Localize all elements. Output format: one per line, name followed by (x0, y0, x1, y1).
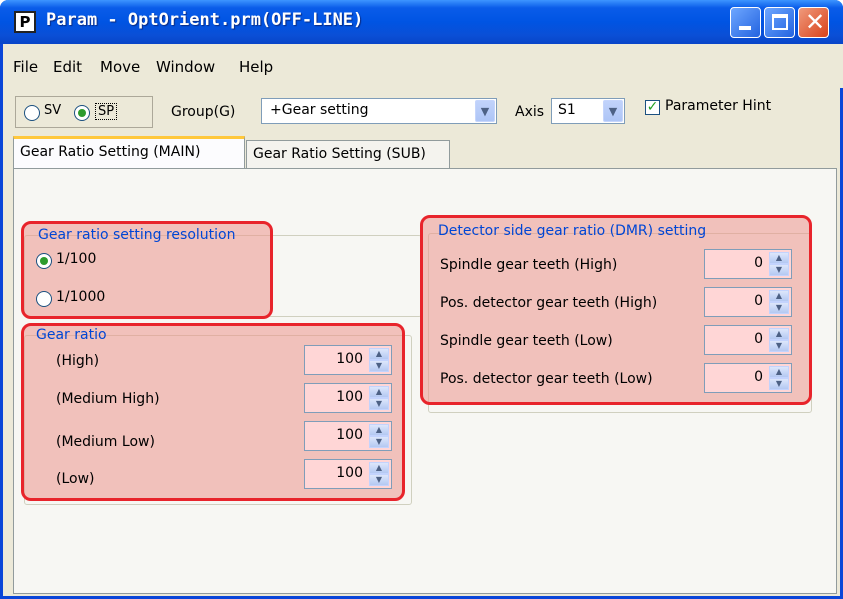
gear-ratio-low-spinner[interactable]: 100 ▲ ▼ (304, 459, 392, 489)
group-label: Group(G) (171, 104, 236, 120)
mode-radio-group: SV SP (15, 96, 153, 128)
dmr-label-pos-low: Pos. detector gear teeth (Low) (440, 371, 653, 387)
spin-up-icon[interactable]: ▲ (369, 462, 389, 474)
gear-ratio-label-high: (High) (56, 353, 100, 369)
app-icon: P (14, 11, 36, 33)
spin-up-icon[interactable]: ▲ (369, 348, 389, 360)
spin-up-icon[interactable]: ▲ (769, 366, 789, 378)
dmr-pos-high-value: 0 (754, 293, 763, 309)
axis-combo[interactable]: S1 ▼ (551, 98, 625, 124)
menu-move[interactable]: Move (100, 58, 140, 76)
gear-ratio-low-value: 100 (336, 465, 363, 481)
menu-bar: File Edit Move Window Help (3, 44, 843, 88)
dmr-title: Detector side gear ratio (DMR) setting (438, 223, 707, 239)
spin-down-icon[interactable]: ▼ (769, 264, 789, 276)
resolution-title: Gear ratio setting resolution (38, 227, 236, 243)
gear-ratio-title: Gear ratio (36, 327, 107, 343)
gear-ratio-medium-high-value: 100 (336, 389, 363, 405)
dmr-pos-high-spinner[interactable]: 0 ▲ ▼ (704, 287, 792, 317)
resolution-radio-1-1000[interactable] (36, 291, 52, 307)
window-title: Param - OptOrient.prm(OFF-LINE) (46, 10, 364, 30)
maximize-button[interactable] (764, 7, 795, 38)
resolution-option-1-1000: 1/1000 (56, 289, 106, 305)
sp-radio[interactable] (74, 105, 90, 121)
chevron-down-icon[interactable]: ▼ (603, 100, 623, 122)
resolution-radio-1-100[interactable] (36, 253, 52, 269)
group-combo-value: +Gear setting (270, 102, 369, 118)
tab-gear-ratio-main[interactable]: Gear Ratio Setting (MAIN) (13, 136, 245, 168)
spin-down-icon[interactable]: ▼ (369, 398, 389, 410)
spin-down-icon[interactable]: ▼ (769, 378, 789, 390)
param-window: P Param - OptOrient.prm(OFF-LINE) ✕ File… (0, 0, 843, 599)
maximize-icon (772, 14, 788, 30)
group-combo[interactable]: +Gear setting ▼ (261, 98, 497, 124)
spin-up-icon[interactable]: ▲ (769, 290, 789, 302)
minimize-button[interactable] (730, 7, 761, 38)
axis-combo-value: S1 (558, 102, 576, 118)
spin-up-icon[interactable]: ▲ (369, 424, 389, 436)
parameter-hint-label: Parameter Hint (665, 98, 772, 114)
spin-down-icon[interactable]: ▼ (369, 436, 389, 448)
gear-ratio-high-spinner[interactable]: 100 ▲ ▼ (304, 345, 392, 375)
close-icon: ✕ (805, 8, 826, 36)
spin-up-icon[interactable]: ▲ (769, 252, 789, 264)
dmr-pos-low-value: 0 (754, 369, 763, 385)
gear-ratio-label-low: (Low) (56, 471, 95, 487)
gear-ratio-label-medium-low: (Medium Low) (56, 434, 155, 450)
gear-ratio-medium-low-spinner[interactable]: 100 ▲ ▼ (304, 421, 392, 451)
dmr-label-spindle-low: Spindle gear teeth (Low) (440, 333, 613, 349)
sv-label: SV (44, 103, 62, 118)
dmr-label-pos-high: Pos. detector gear teeth (High) (440, 295, 658, 311)
gear-ratio-medium-high-spinner[interactable]: 100 ▲ ▼ (304, 383, 392, 413)
dmr-spindle-high-value: 0 (754, 255, 763, 271)
spin-down-icon[interactable]: ▼ (769, 302, 789, 314)
menu-edit[interactable]: Edit (53, 58, 82, 76)
dmr-spindle-low-spinner[interactable]: 0 ▲ ▼ (704, 325, 792, 355)
dmr-spindle-high-spinner[interactable]: 0 ▲ ▼ (704, 249, 792, 279)
spin-down-icon[interactable]: ▼ (369, 360, 389, 372)
axis-label: Axis (515, 104, 545, 120)
chevron-down-icon[interactable]: ▼ (475, 100, 495, 122)
title-bar[interactable]: P Param - OptOrient.prm(OFF-LINE) ✕ (0, 0, 843, 44)
spin-down-icon[interactable]: ▼ (769, 340, 789, 352)
close-button[interactable]: ✕ (798, 7, 829, 38)
dmr-pos-low-spinner[interactable]: 0 ▲ ▼ (704, 363, 792, 393)
tab-panel: Gear ratio setting resolution 1/100 1/10… (13, 168, 837, 594)
minimize-icon (739, 26, 751, 30)
menu-window[interactable]: Window (156, 58, 215, 76)
gear-ratio-label-medium-high: (Medium High) (56, 391, 160, 407)
dmr-spindle-low-value: 0 (754, 331, 763, 347)
sv-radio[interactable] (24, 105, 40, 121)
menu-help[interactable]: Help (239, 58, 273, 76)
toolbar: SV SP Group(G) +Gear setting ▼ Axis S1 ▼… (3, 88, 843, 138)
gear-ratio-high-value: 100 (336, 351, 363, 367)
tab-gear-ratio-sub[interactable]: Gear Ratio Setting (SUB) (246, 140, 450, 168)
sp-label: SP (95, 103, 118, 120)
spin-up-icon[interactable]: ▲ (769, 328, 789, 340)
dmr-label-spindle-high: Spindle gear teeth (High) (440, 257, 618, 273)
gear-ratio-medium-low-value: 100 (336, 427, 363, 443)
spin-up-icon[interactable]: ▲ (369, 386, 389, 398)
spin-down-icon[interactable]: ▼ (369, 474, 389, 486)
resolution-option-1-100: 1/100 (56, 251, 97, 267)
parameter-hint-checkbox[interactable]: ✓ (645, 100, 660, 115)
menu-file[interactable]: File (13, 58, 38, 76)
